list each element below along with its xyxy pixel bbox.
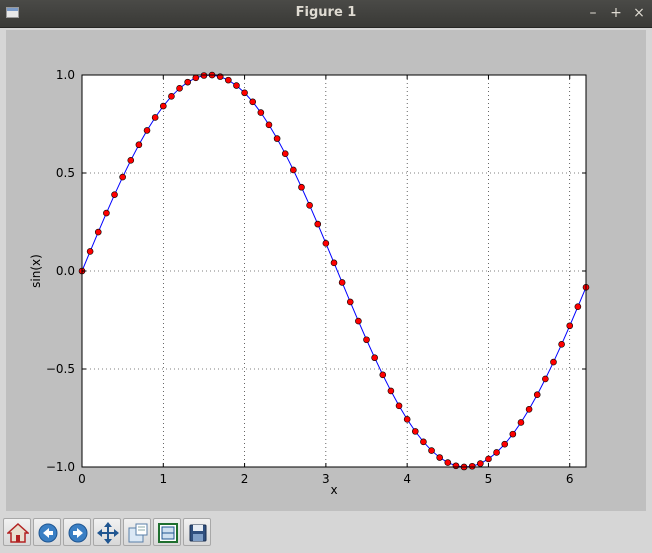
data-point-marker bbox=[468, 462, 476, 470]
y-tick-labels: 1.0 0.5 0.0 −0.5 −1.0 bbox=[46, 68, 75, 474]
x-tick-label: 2 bbox=[241, 472, 249, 486]
figure-content: 0 1 2 3 4 5 6 1.0 0.5 0.0 −0.5 −1.0 x sin(x) bbox=[0, 28, 652, 553]
data-point-marker bbox=[225, 76, 232, 84]
data-point-marker bbox=[143, 127, 151, 134]
data-point-marker bbox=[322, 240, 330, 247]
y-tick-label: 0.0 bbox=[56, 264, 75, 278]
data-point-marker bbox=[86, 248, 94, 255]
back-arrow-icon bbox=[38, 523, 58, 543]
pan-button[interactable] bbox=[93, 518, 121, 546]
data-point-marker bbox=[111, 191, 118, 198]
data-point-marker bbox=[566, 322, 574, 330]
data-point-marker bbox=[257, 109, 265, 116]
x-tick-label: 5 bbox=[485, 472, 493, 486]
data-point-marker bbox=[550, 358, 557, 366]
data-point-marker bbox=[241, 89, 248, 97]
data-point-marker bbox=[444, 459, 452, 466]
plot-svg: 0 1 2 3 4 5 6 1.0 0.5 0.0 −0.5 −1.0 x sin(x) bbox=[29, 68, 590, 497]
data-point-marker bbox=[176, 85, 183, 92]
data-point-marker bbox=[135, 141, 143, 149]
subplots-button[interactable] bbox=[153, 518, 181, 546]
data-point-marker bbox=[379, 371, 387, 379]
x-tick-label: 0 bbox=[78, 472, 86, 486]
data-point-marker bbox=[420, 438, 427, 446]
y-tick-label: 1.0 bbox=[56, 68, 75, 82]
home-icon bbox=[7, 522, 29, 543]
x-tick-labels: 0 1 2 3 4 5 6 bbox=[78, 472, 573, 486]
data-point-marker bbox=[233, 82, 240, 89]
data-point-marker bbox=[485, 455, 492, 463]
navigation-toolbar bbox=[0, 516, 652, 553]
data-point-marker bbox=[355, 317, 362, 325]
data-point-marker bbox=[477, 460, 484, 467]
data-point-marker bbox=[525, 405, 533, 413]
data-point-marker bbox=[338, 279, 346, 286]
x-tick-label: 4 bbox=[403, 472, 411, 486]
data-point-marker bbox=[151, 114, 159, 121]
data-point-marker bbox=[501, 440, 509, 448]
data-point-marker bbox=[290, 166, 297, 174]
figure-canvas[interactable]: 0 1 2 3 4 5 6 1.0 0.5 0.0 −0.5 −1.0 x sin(x) bbox=[6, 30, 646, 511]
x-axis-label: x bbox=[330, 483, 337, 497]
data-point-marker bbox=[493, 449, 500, 456]
data-point-marker bbox=[428, 447, 435, 454]
data-point-marker bbox=[387, 387, 395, 395]
data-point-marker bbox=[184, 78, 191, 86]
close-button[interactable]: × bbox=[630, 4, 648, 22]
data-point-marker bbox=[403, 416, 411, 423]
minimize-button[interactable]: – bbox=[584, 4, 602, 22]
data-point-marker bbox=[517, 419, 525, 426]
title-bar: Figure 1 – + × bbox=[0, 0, 652, 28]
y-tick-label: −1.0 bbox=[46, 460, 75, 474]
save-disk-icon bbox=[189, 524, 207, 542]
data-point-marker bbox=[452, 462, 460, 470]
data-point-marker bbox=[558, 340, 565, 348]
data-point-marker bbox=[330, 259, 338, 267]
y-axis-label: sin(x) bbox=[29, 254, 43, 288]
subplots-icon bbox=[158, 523, 178, 543]
data-point-marker bbox=[159, 102, 167, 110]
home-button[interactable] bbox=[3, 518, 31, 546]
x-tick-label: 3 bbox=[322, 472, 330, 486]
data-point-marker bbox=[306, 202, 313, 209]
data-point-marker bbox=[298, 183, 305, 191]
data-point-marker bbox=[346, 298, 354, 306]
data-point-marker bbox=[281, 150, 289, 157]
window-title: Figure 1 bbox=[295, 5, 357, 20]
x-tick-label: 6 bbox=[566, 472, 574, 486]
data-point-marker bbox=[395, 402, 403, 410]
move-arrows-icon bbox=[97, 522, 119, 544]
forward-arrow-icon bbox=[68, 523, 88, 543]
y-tick-label: 0.5 bbox=[56, 166, 75, 180]
data-point-marker bbox=[249, 98, 257, 106]
back-button[interactable] bbox=[33, 518, 61, 546]
zoom-rect-icon bbox=[128, 523, 148, 543]
data-point-marker bbox=[127, 157, 135, 164]
data-point-marker bbox=[411, 428, 419, 435]
data-point-marker bbox=[533, 391, 541, 399]
data-point-marker bbox=[94, 228, 102, 236]
zoom-button[interactable] bbox=[123, 518, 151, 546]
data-point-marker bbox=[542, 375, 549, 383]
data-point-marker bbox=[168, 93, 175, 100]
data-point-marker bbox=[273, 135, 281, 142]
data-point-marker bbox=[509, 430, 517, 438]
data-point-marker bbox=[363, 336, 370, 344]
save-button[interactable] bbox=[183, 518, 211, 546]
data-point-marker bbox=[265, 121, 273, 129]
y-tick-label: −0.5 bbox=[46, 362, 75, 376]
data-point-marker bbox=[436, 454, 443, 461]
data-point-marker bbox=[119, 173, 126, 181]
x-tick-label: 1 bbox=[159, 472, 167, 486]
data-point-marker bbox=[371, 354, 378, 362]
data-point-marker bbox=[103, 209, 110, 217]
data-point-marker bbox=[192, 74, 200, 82]
forward-button[interactable] bbox=[63, 518, 91, 546]
maximize-button[interactable]: + bbox=[607, 4, 625, 22]
data-point-marker bbox=[574, 303, 582, 311]
data-point-marker bbox=[314, 220, 322, 228]
